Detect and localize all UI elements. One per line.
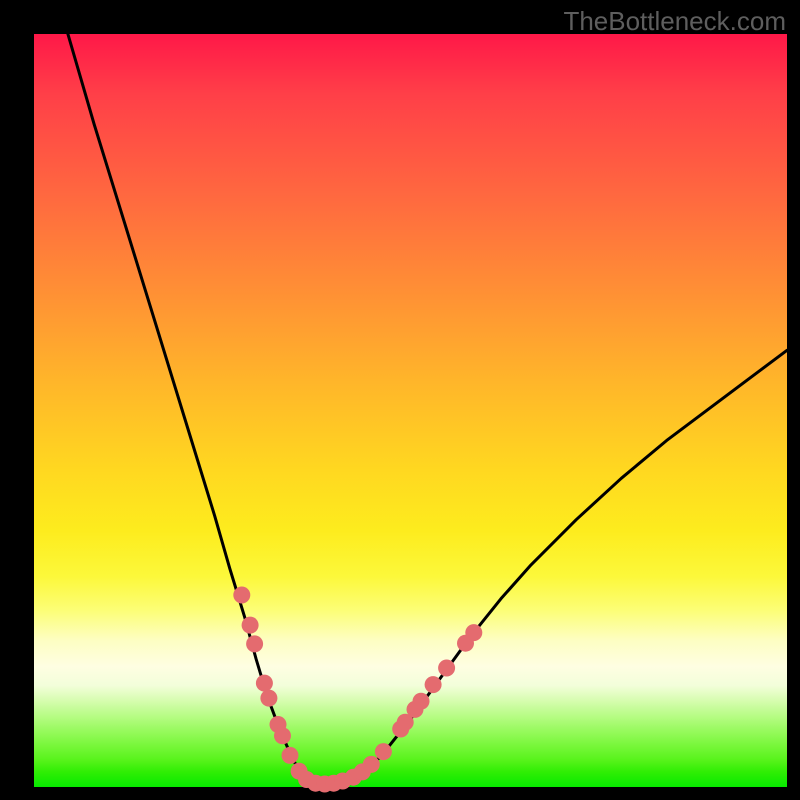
highlight-marker: [465, 624, 482, 641]
highlight-marker: [242, 617, 259, 634]
marker-layer: [233, 587, 482, 793]
highlight-marker: [256, 675, 273, 692]
highlight-marker: [246, 635, 263, 652]
highlight-marker: [282, 747, 299, 764]
curve-layer: [68, 34, 787, 784]
highlight-marker: [425, 676, 442, 693]
watermark-text: TheBottleneck.com: [563, 6, 786, 37]
highlight-marker: [233, 587, 250, 604]
plot-area: [34, 34, 787, 787]
highlight-marker: [375, 743, 392, 760]
chart-svg: [34, 34, 787, 787]
highlight-marker: [260, 690, 277, 707]
highlight-marker: [413, 693, 430, 710]
highlight-marker: [274, 727, 291, 744]
bottleneck-curve: [68, 34, 787, 784]
highlight-marker: [363, 756, 380, 773]
highlight-marker: [438, 660, 455, 677]
chart-frame: TheBottleneck.com: [0, 0, 800, 800]
